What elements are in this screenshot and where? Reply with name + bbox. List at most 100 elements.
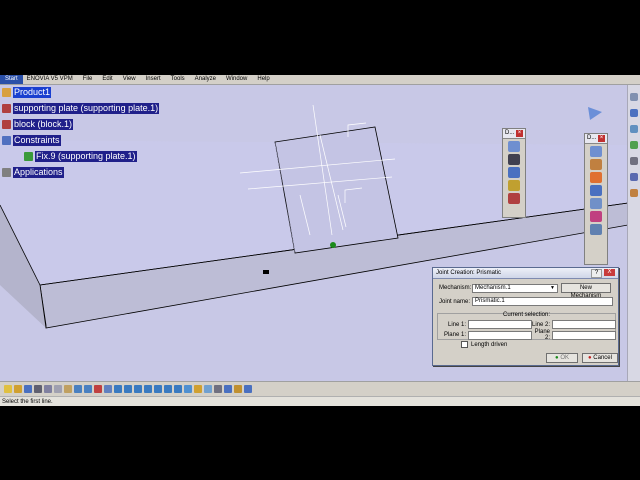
help-button[interactable]: ? bbox=[591, 268, 602, 278]
measure-icon[interactable] bbox=[234, 385, 242, 393]
tree-item-label: block (block.1) bbox=[13, 119, 74, 130]
joint-tool-icon[interactable] bbox=[508, 141, 520, 152]
toolbar-icon[interactable] bbox=[630, 157, 638, 165]
right-toolbar bbox=[627, 85, 640, 381]
toolbar-icon[interactable] bbox=[630, 141, 638, 149]
redo-icon[interactable] bbox=[84, 385, 92, 393]
part-icon bbox=[2, 104, 11, 113]
tree-root[interactable]: Product1 bbox=[2, 87, 52, 98]
menu-window[interactable]: Window bbox=[222, 75, 253, 84]
hide-show-icon[interactable] bbox=[204, 385, 212, 393]
joint-name-row: Joint name: Prismatic.1 bbox=[439, 297, 613, 306]
cylindrical-joint-icon[interactable] bbox=[590, 172, 602, 183]
joint-name-label: Joint name: bbox=[439, 298, 471, 305]
mechanism-select[interactable]: Mechanism.1 bbox=[472, 283, 558, 293]
line2-field[interactable] bbox=[552, 320, 616, 329]
cancel-button[interactable]: ● Cancel bbox=[582, 353, 618, 363]
status-text: Select the first line. bbox=[2, 399, 53, 405]
length-driven-row: Length driven bbox=[461, 341, 507, 348]
new-icon[interactable] bbox=[4, 385, 12, 393]
swap-visible-icon[interactable] bbox=[214, 385, 222, 393]
undo-icon[interactable] bbox=[74, 385, 82, 393]
toolbar-icon[interactable] bbox=[630, 93, 638, 101]
tree-item-constraints[interactable]: Constraints bbox=[2, 135, 61, 146]
dmu-toolbar-left: D... × bbox=[502, 128, 526, 218]
tree-item-supporting-plate[interactable]: supporting plate (supporting plate.1) bbox=[2, 103, 160, 114]
planar-joint-icon[interactable] bbox=[590, 211, 602, 222]
screw-joint-icon[interactable] bbox=[590, 185, 602, 196]
tree-item-label: Constraints bbox=[13, 135, 61, 146]
menu-analyze[interactable]: Analyze bbox=[191, 75, 222, 84]
menu-edit[interactable]: Edit bbox=[98, 75, 118, 84]
toolbar-icon[interactable] bbox=[630, 109, 638, 117]
mechanism-label: Mechanism: bbox=[439, 285, 472, 291]
toolbar-title: D... × bbox=[503, 129, 525, 139]
zoom-in-icon[interactable] bbox=[154, 385, 162, 393]
cut-icon[interactable] bbox=[44, 385, 52, 393]
part-icon bbox=[2, 120, 11, 129]
tools-icon[interactable] bbox=[508, 193, 520, 204]
prismatic-joint-icon[interactable] bbox=[590, 159, 602, 170]
print-icon[interactable] bbox=[34, 385, 42, 393]
close-icon[interactable]: × bbox=[598, 135, 605, 142]
analysis-icon[interactable] bbox=[244, 385, 252, 393]
chevron-down-icon[interactable]: ▼ bbox=[550, 285, 555, 291]
fly-icon[interactable] bbox=[114, 385, 122, 393]
length-driven-checkbox[interactable] bbox=[461, 341, 468, 348]
length-driven-label: Length driven bbox=[471, 341, 508, 348]
open-icon[interactable] bbox=[14, 385, 22, 393]
save-icon[interactable] bbox=[24, 385, 32, 393]
tree-item-block[interactable]: block (block.1) bbox=[2, 119, 74, 130]
toolbar-title: D... × bbox=[585, 134, 607, 144]
menu-enovia[interactable]: ENOVIA V5 VPM bbox=[23, 75, 79, 84]
spherical-joint-icon[interactable] bbox=[590, 198, 602, 209]
menu-help[interactable]: Help bbox=[253, 75, 275, 84]
toolbar-icon[interactable] bbox=[630, 173, 638, 181]
current-selection-group: Current selection: Line 1: Line 2: Plane… bbox=[437, 312, 616, 341]
fit-all-icon[interactable] bbox=[124, 385, 132, 393]
line1-field[interactable] bbox=[468, 320, 532, 329]
toolbar-icon[interactable] bbox=[630, 125, 638, 133]
menu-view[interactable]: View bbox=[119, 75, 142, 84]
simulation-tool-icon[interactable] bbox=[508, 167, 520, 178]
revolute-joint-icon[interactable] bbox=[590, 146, 602, 157]
menu-file[interactable]: File bbox=[79, 75, 99, 84]
rotate-icon[interactable] bbox=[144, 385, 152, 393]
plane2-label: Plane 2: bbox=[534, 329, 550, 341]
menu-insert[interactable]: Insert bbox=[142, 75, 167, 84]
tree-item-applications[interactable]: Applications bbox=[2, 167, 64, 178]
plane2-field[interactable] bbox=[552, 330, 616, 340]
mechanism-tool-icon[interactable] bbox=[508, 154, 520, 165]
toolbar-icon[interactable] bbox=[630, 189, 638, 197]
plane1-label: Plane 1: bbox=[443, 332, 466, 338]
close-button[interactable]: X bbox=[604, 268, 615, 276]
plane1-field[interactable] bbox=[468, 330, 532, 340]
zoom-out-icon[interactable] bbox=[164, 385, 172, 393]
dmu-toolbar-right: D... × bbox=[584, 133, 608, 265]
rigid-joint-icon[interactable] bbox=[590, 224, 602, 235]
new-mechanism-button[interactable]: New Mechanism bbox=[560, 283, 611, 299]
tree-item-fix[interactable]: Fix.9 (supporting plate.1) bbox=[24, 151, 137, 162]
what-is-this-icon[interactable] bbox=[94, 385, 102, 393]
line2-label: Line 2: bbox=[532, 321, 551, 328]
close-icon[interactable]: × bbox=[516, 130, 523, 137]
constraints-icon bbox=[2, 136, 11, 145]
formula-icon[interactable] bbox=[104, 385, 112, 393]
ok-button[interactable]: ● OK bbox=[546, 353, 578, 363]
iso-view-icon[interactable] bbox=[184, 385, 192, 393]
tree-item-label: supporting plate (supporting plate.1) bbox=[13, 103, 160, 114]
analysis-tool-icon[interactable] bbox=[508, 180, 520, 191]
tree-item-label: Fix.9 (supporting plate.1) bbox=[35, 151, 137, 162]
pan-icon[interactable] bbox=[134, 385, 142, 393]
catalog-icon[interactable] bbox=[224, 385, 232, 393]
menu-tools[interactable]: Tools bbox=[167, 75, 191, 84]
normal-view-icon[interactable] bbox=[174, 385, 182, 393]
shading-icon[interactable] bbox=[194, 385, 202, 393]
line1-label: Line 1: bbox=[447, 321, 466, 328]
joint-name-field[interactable]: Prismatic.1 bbox=[472, 297, 613, 306]
tree-item-label: Applications bbox=[13, 167, 64, 178]
copy-icon[interactable] bbox=[54, 385, 62, 393]
dialog-title: Joint Creation: Prismatic bbox=[436, 270, 502, 276]
paste-icon[interactable] bbox=[64, 385, 72, 393]
menu-start[interactable]: Start bbox=[0, 75, 23, 84]
